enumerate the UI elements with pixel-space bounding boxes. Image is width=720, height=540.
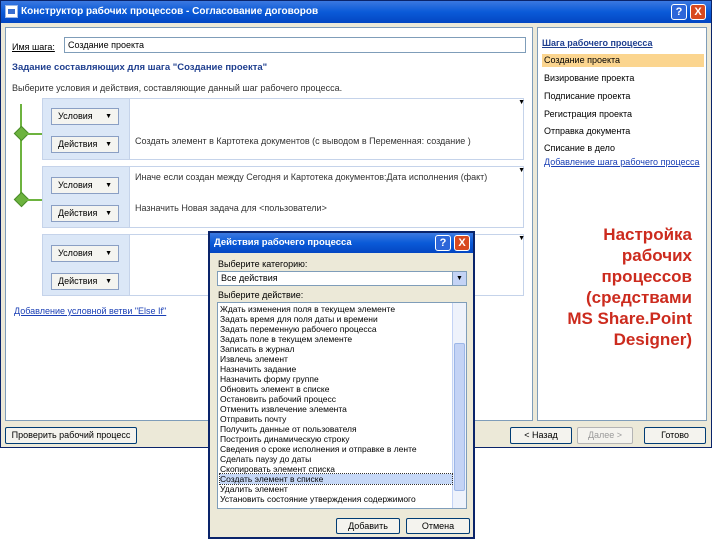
step-item[interactable]: Регистрация проекта bbox=[542, 108, 704, 121]
add-else-if-link[interactable]: Добавление условной ветви "Else If" bbox=[14, 306, 166, 316]
branch-menu-icon[interactable]: ▼ bbox=[518, 167, 525, 174]
chevron-down-icon: ▼ bbox=[105, 141, 112, 148]
branch-menu-icon[interactable]: ▼ bbox=[518, 99, 525, 106]
category-select[interactable]: Все действия ▼ bbox=[217, 271, 467, 286]
action-list-item[interactable]: Назначить форму группе bbox=[220, 374, 452, 384]
action-list-item[interactable]: Задать переменную рабочего процесса bbox=[220, 324, 452, 334]
action-list-item[interactable]: Построить динамическую строку bbox=[220, 434, 452, 444]
app-icon bbox=[5, 5, 18, 18]
conditions-button[interactable]: Условия ▼ bbox=[51, 245, 119, 262]
action-list-item[interactable]: Установить состояние утверждения содержи… bbox=[220, 494, 452, 504]
back-button[interactable]: < Назад bbox=[510, 427, 572, 444]
step-item[interactable]: Создание проекта bbox=[542, 54, 704, 67]
help-icon[interactable]: ? bbox=[435, 235, 451, 251]
section-subtitle: Выберите условия и действия, составляющи… bbox=[12, 83, 343, 93]
actions-button-label: Действия bbox=[58, 208, 98, 218]
chevron-down-icon: ▼ bbox=[105, 182, 112, 189]
action-list-item[interactable]: Сведения о сроке исполнения и отправке в… bbox=[220, 444, 452, 454]
slide-caption: Настройка рабочих процессов (средствами … bbox=[540, 224, 692, 350]
workflow-actions-dialog: Действия рабочего процесса ? X Выберите … bbox=[208, 231, 475, 539]
actions-button[interactable]: Действия ▼ bbox=[51, 205, 119, 222]
step-item[interactable]: Подписание проекта bbox=[542, 90, 704, 103]
action-text[interactable]: Создать элемент в Картотека документов (… bbox=[135, 136, 471, 146]
help-icon[interactable]: ? bbox=[671, 4, 687, 20]
close-icon[interactable]: X bbox=[454, 235, 470, 251]
window-titlebar: Конструктор рабочих процессов - Согласов… bbox=[1, 1, 711, 23]
dialog-titlebar: Действия рабочего процесса ? X bbox=[210, 233, 473, 253]
caption-line: процессов bbox=[601, 267, 692, 286]
action-text-content: Создать элемент в Картотека документов (… bbox=[135, 136, 471, 146]
action-list-item[interactable]: Скопировать элемент списка bbox=[220, 464, 452, 474]
conditions-button[interactable]: Условия ▼ bbox=[51, 108, 119, 125]
add-button[interactable]: Добавить bbox=[336, 518, 400, 534]
actions-button[interactable]: Действия ▼ bbox=[51, 136, 119, 153]
chevron-down-icon: ▼ bbox=[105, 113, 112, 120]
action-list-item[interactable]: Отправить почту bbox=[220, 414, 452, 424]
conditions-button-label: Условия bbox=[58, 248, 93, 258]
actions-list[interactable]: Ждать изменения поля в текущем элементе З… bbox=[217, 302, 467, 509]
check-workflow-button[interactable]: Проверить рабочий процесс bbox=[5, 427, 137, 444]
action-list-item[interactable]: Получить данные от пользователя bbox=[220, 424, 452, 434]
step-name-label: Имя шага: bbox=[12, 42, 55, 52]
add-step-link[interactable]: Добавление шага рабочего процесса bbox=[542, 156, 704, 169]
action-list-item[interactable]: Сделать паузу до даты bbox=[220, 454, 452, 464]
branch-connector bbox=[22, 133, 42, 135]
action-list-item[interactable]: Записать в журнал bbox=[220, 344, 452, 354]
action-list-item[interactable]: Задать время для поля даты и времени bbox=[220, 314, 452, 324]
chevron-down-icon: ▼ bbox=[105, 250, 112, 257]
condition-branch: Условия ▼ Действия ▼ Создать элемент в Кар… bbox=[42, 98, 525, 160]
conditions-button-label: Условия bbox=[58, 180, 93, 190]
conditions-button[interactable]: Условия ▼ bbox=[51, 177, 119, 194]
condition-text[interactable]: Иначе если создан между Сегодня и Картот… bbox=[135, 172, 487, 182]
action-list-item[interactable]: Отменить извлечение элемента bbox=[220, 404, 452, 414]
close-icon[interactable]: X bbox=[690, 4, 706, 20]
action-list-item[interactable]: Назначить задание bbox=[220, 364, 452, 374]
actions-button-label: Действия bbox=[58, 276, 98, 286]
caption-line: MS Share.Point bbox=[567, 309, 692, 328]
category-select-value: Все действия bbox=[221, 273, 278, 283]
branch-connector bbox=[22, 199, 42, 201]
caption-line: рабочих bbox=[621, 246, 692, 265]
category-label: Выберите категорию: bbox=[218, 259, 308, 269]
actions-button-label: Действия bbox=[58, 139, 98, 149]
step-item[interactable]: Списание в дело bbox=[542, 142, 704, 155]
section-title: Задание составляющих для шага "Создание … bbox=[12, 62, 268, 73]
next-button[interactable]: Далее > bbox=[577, 427, 633, 444]
condition-branch: Условия ▼ Действия ▼ Иначе если создан меж… bbox=[42, 166, 525, 228]
list-scrollbar[interactable] bbox=[452, 303, 466, 508]
window-title: Конструктор рабочих процессов - Согласов… bbox=[21, 6, 319, 17]
action-list-item[interactable]: Обновить элемент в списке bbox=[220, 384, 452, 394]
action-list-item[interactable]: Удалить элемент bbox=[220, 484, 452, 494]
actions-button[interactable]: Действия ▼ bbox=[51, 273, 119, 290]
chevron-down-icon: ▼ bbox=[105, 278, 112, 285]
dialog-title: Действия рабочего процесса bbox=[214, 237, 352, 248]
caption-line: Designer) bbox=[613, 330, 692, 349]
cancel-button[interactable]: Отмена bbox=[406, 518, 470, 534]
caption-line: Настройка bbox=[603, 225, 692, 244]
branch-menu-icon[interactable]: ▼ bbox=[518, 235, 525, 242]
action-list-item[interactable]: Извлечь элемент bbox=[220, 354, 452, 364]
action-list-item[interactable]: Создать элемент в списке bbox=[219, 473, 453, 485]
finish-button[interactable]: Готово bbox=[644, 427, 706, 444]
action-text[interactable]: Назначить Новая задача для <пользователи… bbox=[135, 203, 327, 213]
action-list-item[interactable]: Задать поле в текущем элементе bbox=[220, 334, 452, 344]
action-list-item[interactable]: Остановить рабочий процесс bbox=[220, 394, 452, 404]
scrollbar-thumb[interactable] bbox=[454, 343, 465, 491]
action-label: Выберите действие: bbox=[218, 290, 304, 300]
steps-panel-title: Шага рабочего процесса bbox=[542, 38, 653, 48]
caption-line: (средствами bbox=[585, 288, 692, 307]
conditions-button-label: Условия bbox=[58, 111, 93, 121]
action-list-item[interactable]: Ждать изменения поля в текущем элементе bbox=[220, 304, 452, 314]
step-item[interactable]: Отправка документа bbox=[542, 125, 704, 138]
branch-connector bbox=[20, 104, 22, 200]
step-name-input[interactable]: Создание проекта bbox=[64, 37, 526, 53]
step-item[interactable]: Визирование проекта bbox=[542, 72, 704, 85]
chevron-down-icon: ▼ bbox=[105, 210, 112, 217]
chevron-down-icon[interactable]: ▼ bbox=[452, 272, 466, 285]
